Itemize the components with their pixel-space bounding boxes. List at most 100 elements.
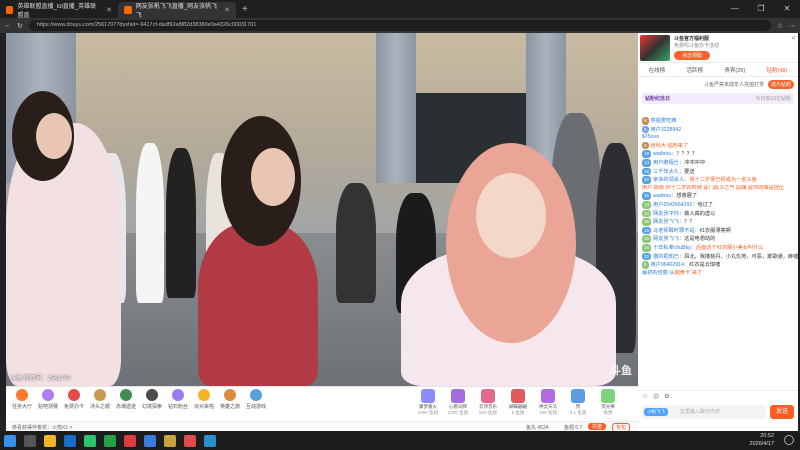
chat-username[interactable]: 网友张飞飞： (653, 219, 684, 225)
chat-message[interactable]: 16 网友张飞飞：这是电想动的 (638, 235, 798, 244)
browser-tab[interactable]: 英雄联盟直播_lol直播_英雄联盟直 ✕ (0, 2, 118, 19)
gift-bar-item[interactable]: 派对来啦 (192, 389, 216, 410)
chat-message[interactable]: 9 用户96402914：红衣是云琪噢 (638, 261, 798, 270)
maximize-button[interactable]: ❐ (748, 0, 774, 18)
gift-bar-item[interactable]: 免费办卡 (62, 389, 86, 410)
gift-bar-item[interactable]: 互动游戏 (244, 389, 268, 410)
at-icon[interactable]: @ (653, 394, 659, 400)
notification-icon[interactable] (784, 435, 794, 445)
chat-message[interactable]: 16 网友张飞飞：？？ (638, 218, 798, 227)
rank-tab[interactable]: 活跃榜 (687, 66, 704, 74)
steam-icon[interactable] (64, 434, 76, 447)
rank-tab[interactable]: 钻粉(48) (767, 66, 788, 74)
chat-username[interactable]: 十年私奉chuBky： (653, 245, 696, 251)
chat-message[interactable]: 13 用户鹏程仕：冲冲冲冲 (638, 158, 798, 168)
url-field[interactable]: https://www.douyu.com/2561707?dyshid=-94… (28, 20, 771, 31)
new-tab-button[interactable]: + (242, 4, 248, 15)
extensions-icon[interactable]: ⋯ (789, 22, 796, 30)
gift-bar-item[interactable]: 沐头之眼 (88, 389, 112, 410)
paid-gift[interactable]: 康梦嘉火 2000 鱼翅 (416, 389, 440, 416)
chat-username[interactable]: 最初的佳丽 从 (642, 270, 675, 276)
recharge-button[interactable]: 充值 (588, 423, 607, 430)
chat-message[interactable]: 18 马老师瞬时罪不是：红衣服漂亮啊 (638, 226, 798, 236)
minimize-button[interactable]: — (722, 0, 748, 18)
chat-username[interactable]: 用户3228942 (651, 127, 682, 133)
tab-title: 英雄联盟直播_lol直播_英雄联盟直 (17, 4, 97, 19)
app-icon[interactable] (184, 434, 196, 447)
chat-message[interactable]: 22撸的把知已：昂北，我撸桃丹，小丸仇地，可恶，欺歌通，麻嘘，鱼仔，大帝粉了 (638, 252, 798, 262)
chat-username[interactable]: 网友张飞飞： (653, 236, 684, 242)
become-fan-button[interactable]: 成为钻粉 (767, 79, 794, 89)
close-icon[interactable]: ✕ (791, 35, 796, 42)
windows-start-icon[interactable] (4, 434, 16, 447)
gift-bar-item[interactable]: 幻境探索 (140, 389, 164, 410)
pink-dress-face (476, 173, 546, 258)
chat-username[interactable]: 燕姐爱吃西 (651, 118, 677, 124)
edge-browser-icon[interactable] (204, 434, 216, 447)
close-icon[interactable]: ✕ (106, 6, 112, 14)
chat-username[interactable]: 用户96402914： (651, 262, 690, 268)
chat-message[interactable]: 14 十年私奉chuBky：后面这个红衣服小美女叫什么 (638, 243, 798, 253)
close-window-button[interactable]: ✕ (774, 0, 800, 18)
star-icon[interactable]: ☆ (777, 22, 783, 30)
gift-bar-item[interactable]: 任务大厅 (10, 389, 34, 410)
wechat-icon[interactable] (84, 434, 96, 447)
paid-gift[interactable]: 云顶音乐 500 鱼翅 (476, 389, 500, 416)
gift-bar-item[interactable]: 钻石粉丝 (166, 389, 190, 410)
chat-message[interactable]: 16 wadnou：想像展了 (638, 192, 798, 201)
search-icon[interactable] (24, 434, 36, 447)
browser-tab-active[interactable]: 网友张帆飞飞直播_网友张帆飞飞 ✕ (118, 2, 236, 19)
paid-gift[interactable]: 心愿词牌 2000 鱼翅 (446, 389, 470, 416)
emoji-icon[interactable]: ☺ (642, 394, 648, 400)
chat-username[interactable]: 家多的领杀人： (653, 177, 689, 183)
app-icon[interactable] (164, 434, 176, 447)
app-icon[interactable] (144, 434, 156, 447)
chat-message[interactable]: 8 燕姐爱吃西 (638, 117, 798, 126)
paid-gift[interactable]: 赞 0.1 鱼翅 (566, 389, 590, 416)
chat-username[interactable]: 三千年太久： (653, 169, 684, 175)
send-button[interactable]: 发送 (770, 405, 794, 419)
paid-gift[interactable]: 神灵天马 100 鱼翅 (536, 389, 560, 416)
fan-badge[interactable]: 小帆飞飞 (644, 408, 668, 416)
video-player[interactable]: 斗鱼 房间号：2561707 斗鱼 (6, 33, 638, 386)
user-level-badge: 16 (642, 235, 652, 243)
chat-message[interactable]: 22 家多的领杀人：我十二岁便已经成为一名斗鱼 (638, 176, 798, 185)
gift-bar-item[interactable]: 赤潮遗迹 (114, 389, 138, 410)
gift-bar-item[interactable]: 贴吧测赛 (36, 389, 60, 410)
file-explorer-icon[interactable] (44, 434, 56, 447)
chat-username[interactable]: $75ovo (642, 134, 659, 140)
system-clock[interactable]: 20:52 2026/4/17 (750, 432, 774, 448)
gift-bar-item[interactable]: 英雄之旅 (218, 389, 242, 410)
paid-gift[interactable]: 蝴蝶翩翩 5 鱼翅 (506, 389, 530, 416)
chat-message[interactable]: 9 用户3228942 (638, 125, 798, 135)
chat-message[interactable]: $75ovo (638, 134, 798, 142)
chat-message[interactable]: 用户 斯斯 你十二岁的时候 是门段斗之气 段嗨 是你的嘴是捏压 (638, 185, 798, 193)
chat-username[interactable]: 网友张平你： (653, 211, 684, 217)
chat-list[interactable]: 8 燕姐爱吃西 9 用户3228942 $75ovo 3 芭科大 钻粉来了 19 wadnou：… (638, 105, 798, 390)
gift-icon[interactable]: ✿ (664, 393, 669, 400)
ad-banner[interactable]: 斗鱼官方福利服 免费吗斗鱼办卡活动 点击领取 ✕ (638, 33, 798, 63)
ad-claim-button[interactable]: 点击领取 (674, 51, 711, 60)
chat-message[interactable]: 14 网友张平你：做人真的虚以 (638, 209, 798, 219)
chat-message[interactable]: 19 wadnou：？？？？ (638, 150, 798, 159)
paid-gift[interactable]: 荧光棒 免费 (596, 389, 620, 416)
reward-notice[interactable]: 恭喜获得伴奏奖：火箭X1 > (12, 424, 72, 431)
rank-tab[interactable]: 贵宾(25) (724, 66, 745, 74)
close-icon[interactable]: ✕ (224, 6, 230, 14)
chat-username[interactable]: 用户2542664292： (653, 202, 697, 208)
chat-message[interactable]: 3 芭科大 钻粉来了 (638, 141, 798, 151)
refresh-icon[interactable]: ↻ (17, 22, 23, 30)
chat-message[interactable]: 13 用户2542664292：哈过了 (638, 200, 798, 210)
rank-tab[interactable]: 在线榜 (649, 66, 666, 74)
back-icon[interactable]: ← (4, 22, 11, 29)
chat-username[interactable]: wadnou： (653, 193, 676, 199)
chat-username[interactable]: 马老师瞬时罪不是： (653, 228, 700, 234)
chat-username[interactable]: 用户鹏程仕： (653, 160, 684, 166)
chat-username[interactable]: wadnou： (653, 151, 676, 157)
chat-message[interactable]: 16 三千年太久：要送 (638, 167, 798, 177)
chat-message[interactable]: 最初的佳丽 从越黄卡 来了 (638, 270, 798, 278)
app-icon[interactable] (124, 434, 136, 447)
gift-item-label: 英雄之旅 (219, 404, 240, 410)
app-icon[interactable] (104, 434, 116, 447)
chat-username[interactable]: 撸的把知已： (653, 254, 684, 260)
